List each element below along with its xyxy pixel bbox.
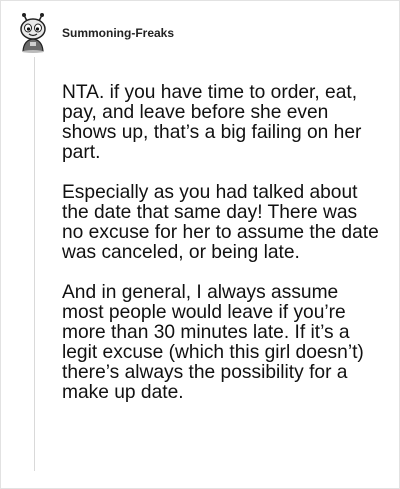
avatar-icon[interactable]	[15, 13, 51, 53]
username[interactable]: Summoning-Freaks	[62, 26, 174, 40]
post-paragraph: Especially as you had talked about the d…	[62, 182, 379, 263]
post-paragraph: NTA. if you have time to order, eat, pay…	[62, 82, 362, 163]
post-paragraph: And in general, I always assume most peo…	[62, 282, 364, 403]
thread-line	[34, 57, 35, 471]
post-card: Summoning-Freaks NTA. if you have time t…	[0, 0, 400, 489]
post-body: NTA. if you have time to order, eat, pay…	[62, 83, 382, 423]
post-header: Summoning-Freaks	[15, 13, 174, 53]
